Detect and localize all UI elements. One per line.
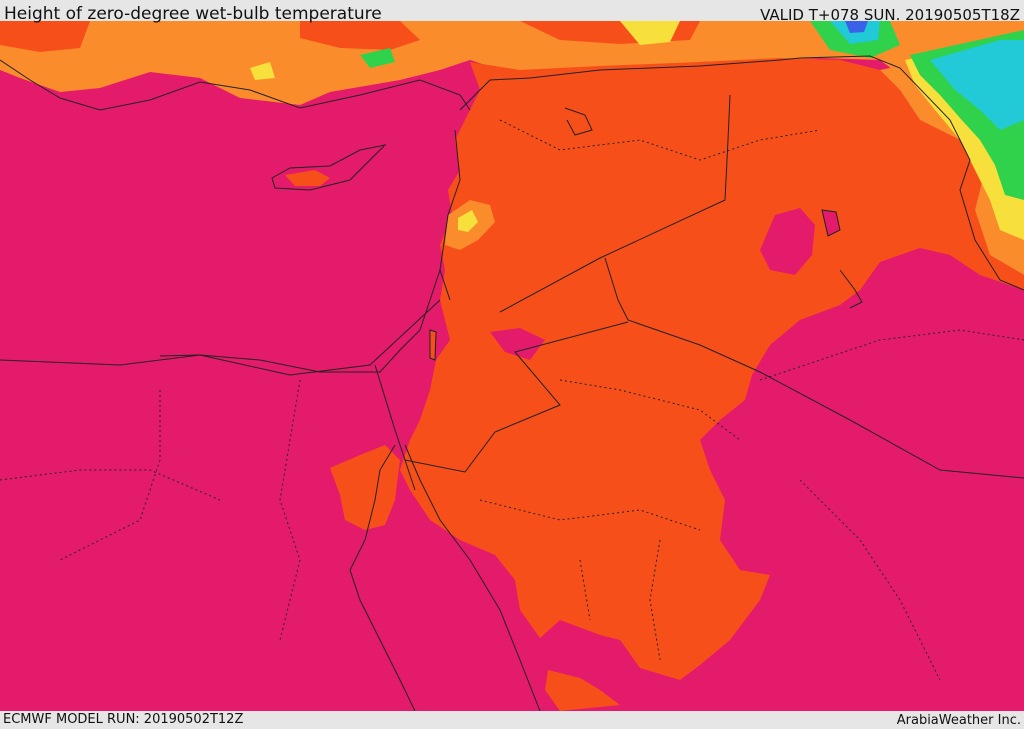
- header-bar: Height of zero-degree wet-bulb temperatu…: [0, 0, 1024, 24]
- band-north-red-patch-3: [0, 21, 90, 52]
- dead-sea: [429, 329, 437, 361]
- footer-bar: ECMWF MODEL RUN: 20190502T12Z ArabiaWeat…: [0, 711, 1024, 729]
- weather-map[interactable]: [0, 21, 1024, 711]
- valid-time: VALID T+078 SUN. 20190505T18Z: [760, 6, 1020, 24]
- map-title: Height of zero-degree wet-bulb temperatu…: [4, 4, 382, 24]
- credit: ArabiaWeather Inc.: [896, 713, 1021, 728]
- model-run: ECMWF MODEL RUN: 20190502T12Z: [3, 712, 244, 727]
